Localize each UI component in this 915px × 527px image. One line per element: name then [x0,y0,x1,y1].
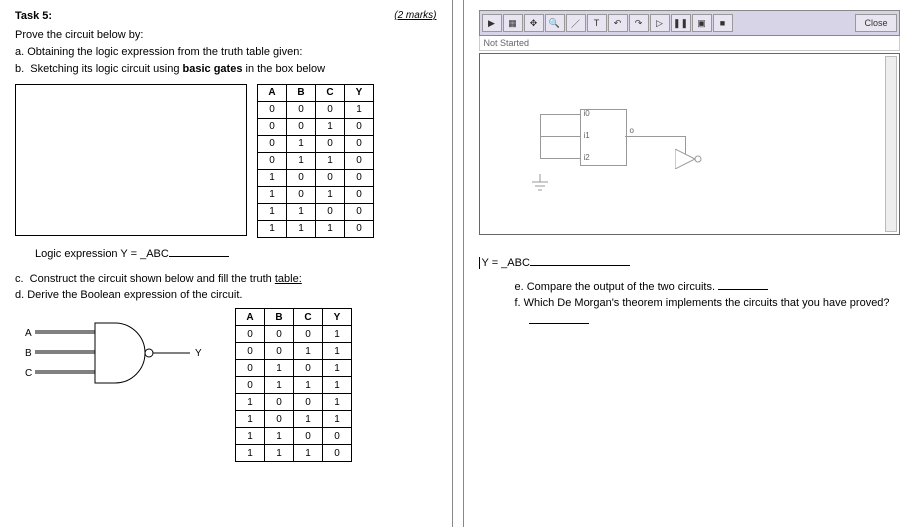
sketch-and-truth-row: A B C Y 0001 0010 0100 0110 1000 1010 11… [15,84,437,238]
tool-pause-icon[interactable]: ❚❚ [671,14,691,32]
simulator-canvas[interactable]: i0 i1 i2 o [479,53,901,235]
tool-text-icon[interactable]: T [587,14,607,32]
output-y-label: Y [195,348,202,359]
wire [540,136,580,137]
pin-i0: i0 [584,109,590,118]
wire [540,114,541,158]
tool-pan-icon[interactable]: ✥ [524,14,544,32]
wire [540,158,580,159]
buffer-gate-icon [675,149,703,169]
left-page: Task 5: (2 marks) Prove the circuit belo… [0,0,452,527]
close-button[interactable]: Close [855,14,897,32]
tool-step-icon[interactable]: ▣ [692,14,712,32]
tool-pointer-icon[interactable]: ▶ [482,14,502,32]
tool-undo-icon[interactable]: ↶ [608,14,628,32]
simulator-toolbar: ▶ ▦ ✥ 🔍 ／ T ↶ ↷ ▷ ❚❚ ▣ ■ Close [479,10,901,36]
sim-status: Not Started [479,36,901,51]
step-b: b. Sketching its logic circuit using bas… [29,62,437,76]
logic-expression-2: Y = _ABC [479,255,901,269]
prove-intro: Prove the circuit below by: [15,28,437,42]
marks-label: (2 marks) [394,10,436,22]
task-header: Task 5: (2 marks) [15,10,437,22]
truth-table-1: A B C Y 0001 0010 0100 0110 1000 1010 11… [257,84,374,238]
t1-h-y: Y [345,84,374,101]
pin-i2: i2 [584,153,590,162]
t1-h-c: C [316,84,345,101]
nand-and-truth-row: A B C Y A B C Y 0001 0011 0101 0111 1001… [15,308,437,462]
wire [540,114,580,115]
step-d: d. Derive the Boolean expression of the … [29,288,437,302]
input-b-label: B [25,348,32,359]
tool-wire-icon[interactable]: ／ [566,14,586,32]
vertical-scrollbar[interactable] [885,56,897,232]
blank-line [530,255,630,266]
t1-h-b: B [287,84,316,101]
blank-line [529,313,589,324]
sketch-box [15,84,247,236]
nand-circuit-diagram: A B C Y [15,308,215,398]
logic-expression-1: Logic expression Y = _ABC [35,246,437,260]
tool-play-icon[interactable]: ▷ [650,14,670,32]
step-e: e. Compare the output of the two circuit… [529,279,901,294]
input-a-label: A [25,328,32,339]
wire [625,136,685,137]
pin-i1: i1 [584,131,590,140]
step-f: f. Which De Morgan's theorem implements … [529,296,901,310]
ground-icon [530,174,550,194]
t1-h-a: A [258,84,287,101]
right-page: ▶ ▦ ✥ 🔍 ／ T ↶ ↷ ▷ ❚❚ ▣ ■ Close Not Start… [464,0,915,527]
task-title: Task 5: [15,10,52,22]
pin-out: o [630,126,634,135]
tool-redo-icon[interactable]: ↷ [629,14,649,32]
page-divider [452,0,464,527]
tool-select-icon[interactable]: ▦ [503,14,523,32]
tool-zoom-icon[interactable]: 🔍 [545,14,565,32]
blank-line [169,246,229,257]
tool-stop-icon[interactable]: ■ [713,14,733,32]
truth-table-2: A B C Y 0001 0011 0101 0111 1001 1011 11… [235,308,352,462]
step-a: a. Obtaining the logic expression from t… [29,45,437,59]
input-c-label: C [25,368,32,379]
step-c: c. Construct the circuit shown below and… [29,272,437,286]
